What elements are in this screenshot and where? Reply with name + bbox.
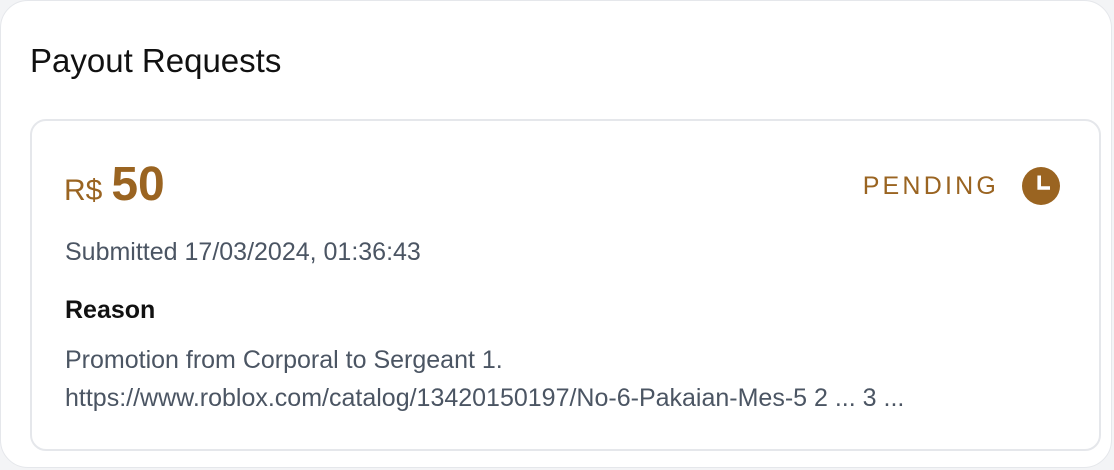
submitted-timestamp: Submitted 17/03/2024, 01:36:43 (65, 238, 421, 266)
currency-label: R$ (64, 174, 103, 207)
payout-requests-panel: Payout Requests R$ 50 PENDING Submitted … (0, 0, 1112, 468)
reason-line-1: Promotion from Corporal to Sergeant 1. (65, 346, 503, 374)
reason-label: Reason (65, 296, 156, 324)
status-label: PENDING (862, 172, 999, 200)
status-badge: PENDING (863, 166, 1061, 206)
page-title: Payout Requests (30, 42, 282, 79)
amount-value: 50 (111, 158, 165, 211)
payout-amount: R$ 50 (64, 157, 165, 213)
reason-text: Promotion from Corporal to Sergeant 1. h… (65, 341, 1065, 417)
clock-icon (1022, 167, 1060, 205)
reason-line-2: https://www.roblox.com/catalog/134201501… (65, 384, 905, 412)
payout-request-card[interactable]: R$ 50 PENDING Submitted 17/03/2024, 01:3… (30, 119, 1101, 451)
